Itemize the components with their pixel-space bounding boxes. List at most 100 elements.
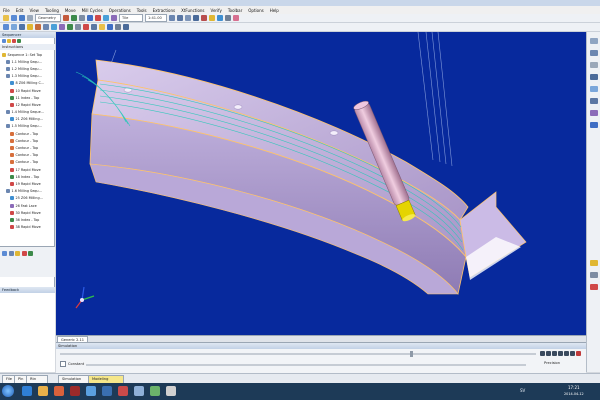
- app-red-icon[interactable]: [118, 386, 128, 396]
- menu-item[interactable]: Toolbar: [228, 8, 242, 13]
- simulate-icon[interactable]: [83, 24, 89, 30]
- post-icon[interactable]: [99, 24, 105, 30]
- tree-row[interactable]: Sequence 1: Set Top: [2, 51, 54, 58]
- verify-icon[interactable]: [91, 24, 97, 30]
- part-icon[interactable]: [3, 24, 9, 30]
- rotate-icon[interactable]: [217, 15, 223, 21]
- undo-icon[interactable]: [63, 15, 69, 21]
- print-icon[interactable]: [27, 15, 33, 21]
- constant-checkbox[interactable]: [60, 361, 66, 367]
- graph-icon[interactable]: [233, 15, 239, 21]
- 3d-viewport[interactable]: [56, 32, 586, 335]
- stop-icon[interactable]: [201, 15, 207, 21]
- expand-icon[interactable]: [2, 39, 6, 43]
- view-top-icon[interactable]: [177, 15, 183, 21]
- tree-row[interactable]: Contour - Top: [2, 144, 54, 151]
- tree-row[interactable]: 11 Index - Top: [2, 94, 54, 101]
- menu-item[interactable]: View: [29, 8, 39, 13]
- open-file-icon[interactable]: [11, 15, 17, 21]
- export-icon[interactable]: [107, 24, 113, 30]
- hidden-icon[interactable]: [590, 74, 598, 80]
- tree-row[interactable]: 1.2 Milling Sequ...: [2, 65, 54, 72]
- drill-icon[interactable]: [35, 24, 41, 30]
- tool-c-icon[interactable]: [15, 251, 20, 256]
- selection-filter-combo[interactable]: Geometry: [35, 14, 61, 22]
- tree-row[interactable]: 36 Index - Top: [2, 216, 54, 223]
- scale-icon[interactable]: [590, 272, 598, 278]
- play-icon[interactable]: [552, 351, 557, 356]
- menu-item[interactable]: Tooling: [45, 8, 59, 13]
- zoom-field[interactable]: 1:41.00: [145, 14, 167, 22]
- filter-icon[interactable]: [590, 110, 598, 116]
- view-front-icon[interactable]: [169, 15, 175, 21]
- app-icon[interactable]: [86, 386, 96, 396]
- menu-item[interactable]: Options: [248, 8, 263, 13]
- rewind-icon[interactable]: [540, 351, 545, 356]
- measure-icon[interactable]: [123, 24, 129, 30]
- start-button[interactable]: [2, 385, 14, 397]
- menu-item[interactable]: Tools: [137, 8, 147, 13]
- remove-icon[interactable]: [12, 39, 16, 43]
- layer-icon[interactable]: [590, 38, 598, 44]
- tool-a-icon[interactable]: [2, 251, 7, 256]
- tree-row[interactable]: Contour - Top: [2, 130, 54, 137]
- tree-row[interactable]: 1.3 Milling Sequ...: [2, 73, 54, 80]
- clock-time[interactable]: 17:21: [568, 385, 580, 390]
- menu-item[interactable]: XtFunctions: [181, 8, 204, 13]
- pick-icon[interactable]: [111, 15, 117, 21]
- pocket-icon[interactable]: [51, 24, 57, 30]
- add-icon[interactable]: [17, 39, 21, 43]
- tree-row[interactable]: 1.6 Milling Sequ...: [2, 188, 54, 195]
- zoom-fit-icon[interactable]: [193, 15, 199, 21]
- wire-icon[interactable]: [590, 62, 598, 68]
- delete-icon[interactable]: [95, 15, 101, 21]
- stop-sim-icon[interactable]: [576, 351, 581, 356]
- tool-d-icon[interactable]: [21, 251, 27, 256]
- step-back-icon[interactable]: [546, 351, 551, 356]
- tree-row[interactable]: 17 Rapid Move: [2, 166, 54, 173]
- word-icon[interactable]: [102, 386, 112, 396]
- tree-row[interactable]: 12 Rapid Move: [2, 101, 54, 108]
- shade-icon[interactable]: [590, 50, 598, 56]
- tree-row[interactable]: Contour - Top: [2, 137, 54, 144]
- face-icon[interactable]: [59, 24, 65, 30]
- menu-item[interactable]: Help: [270, 8, 279, 13]
- end-icon[interactable]: [570, 351, 575, 356]
- menu-item[interactable]: File: [3, 8, 10, 13]
- folder-icon[interactable]: [134, 386, 144, 396]
- tree-row[interactable]: 25 Z06 Milling...: [2, 195, 54, 202]
- explorer-icon[interactable]: [38, 386, 48, 396]
- menu-item[interactable]: Operations: [109, 8, 131, 13]
- tool-e-icon[interactable]: [28, 251, 33, 256]
- save-icon[interactable]: [19, 15, 25, 21]
- step-forward-icon[interactable]: [558, 351, 563, 356]
- view-iso-icon[interactable]: [185, 15, 191, 21]
- simulation-slider-track[interactable]: [60, 351, 536, 357]
- project-icon[interactable]: [75, 24, 81, 30]
- tree-row[interactable]: 38 Rapid Move: [2, 224, 54, 231]
- new-file-icon[interactable]: [3, 15, 9, 21]
- grid-icon[interactable]: [590, 86, 598, 92]
- redo-icon[interactable]: [71, 15, 77, 21]
- menu-item[interactable]: Mill Cycles: [82, 8, 103, 13]
- tree-row[interactable]: 1.4 Milling Seque...: [2, 109, 54, 116]
- tree-row[interactable]: Contour - Top: [2, 152, 54, 159]
- tree-row[interactable]: Contour - Top: [2, 159, 54, 166]
- tree-row[interactable]: 21 Z06 Milling...: [2, 116, 54, 123]
- tree-row[interactable]: 26 Fast Lace: [2, 202, 54, 209]
- contour-icon[interactable]: [43, 24, 49, 30]
- cam-app-icon[interactable]: [166, 386, 176, 396]
- tree-row[interactable]: 19 Rapid Move: [2, 180, 54, 187]
- copy-icon[interactable]: [87, 15, 93, 21]
- excel-icon[interactable]: [150, 386, 160, 396]
- color-icon[interactable]: [590, 122, 598, 128]
- cut-icon[interactable]: [79, 15, 85, 21]
- pointer-icon[interactable]: [103, 15, 109, 21]
- tree-row[interactable]: 18 Index - Top: [2, 173, 54, 180]
- language-indicator[interactable]: SV: [520, 388, 525, 393]
- tool-b-icon[interactable]: [8, 251, 14, 256]
- media-icon[interactable]: [54, 386, 64, 396]
- snap-icon[interactable]: [590, 98, 598, 104]
- surface-icon[interactable]: [67, 24, 73, 30]
- fixture-icon[interactable]: [19, 24, 25, 30]
